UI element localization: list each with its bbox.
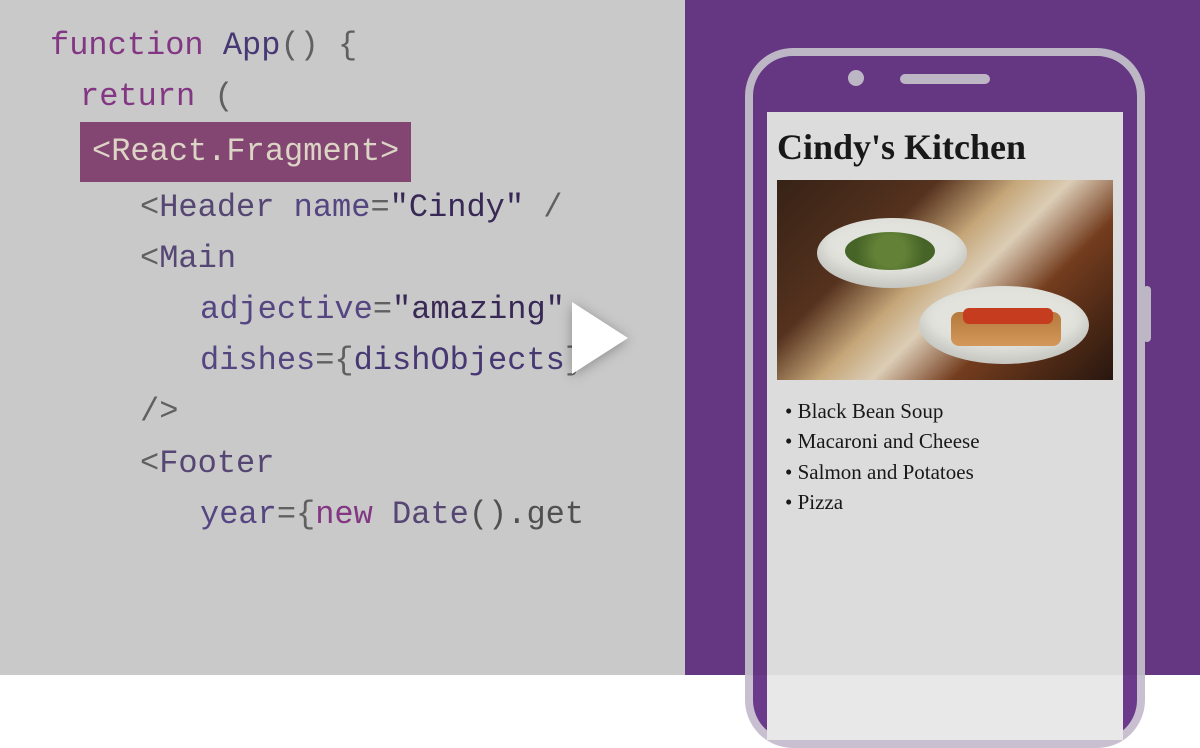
string-amazing: "amazing" — [392, 291, 565, 328]
attr-year: year — [200, 496, 277, 533]
phone-screen: Cindy's Kitchen Black Bean Soup Macaroni… — [767, 112, 1123, 740]
code-line-3-highlight: <React.Fragment> — [50, 122, 685, 181]
closing-tag: /> — [140, 393, 178, 430]
tag-main: Main — [159, 240, 236, 277]
code-line-1: function App() { — [50, 20, 685, 71]
phone-preview-panel: Cindy's Kitchen Black Bean Soup Macaroni… — [685, 0, 1200, 675]
function-name: App — [223, 27, 281, 64]
app-title: Cindy's Kitchen — [777, 126, 1113, 168]
var-dishobjects: dishObjects — [354, 342, 565, 379]
menu-item: Macaroni and Cheese — [785, 426, 1105, 456]
tag-footer: Footer — [159, 445, 274, 482]
code-line-10: year={new Date().get — [50, 489, 685, 540]
parens: () — [280, 27, 318, 64]
food-image — [777, 180, 1113, 380]
play-button[interactable] — [572, 302, 628, 374]
attr-dishes: dishes — [200, 342, 315, 379]
menu-list: Black Bean Soup Macaroni and Cheese Salm… — [777, 380, 1113, 534]
class-date: Date — [373, 496, 469, 533]
phone-frame: Cindy's Kitchen Black Bean Soup Macaroni… — [745, 48, 1145, 748]
attr-adjective: adjective — [200, 291, 373, 328]
code-line-2: return ( — [50, 71, 685, 122]
keyword-new: new — [315, 496, 373, 533]
menu-item: Salmon and Potatoes — [785, 457, 1105, 487]
keyword-return: return — [80, 78, 195, 115]
brace: { — [319, 27, 357, 64]
code-line-8: /> — [50, 386, 685, 437]
code-line-9: <Footer — [50, 438, 685, 489]
attr-name: name — [274, 189, 370, 226]
string-cindy: "Cindy" — [390, 189, 524, 226]
paren-open: ( — [195, 78, 233, 115]
method-call: ().get — [469, 496, 584, 533]
code-line-4: <Header name="Cindy" / — [50, 182, 685, 233]
keyword-function: function — [50, 27, 204, 64]
code-line-5: <Main — [50, 233, 685, 284]
highlighted-fragment: <React.Fragment> — [80, 122, 411, 181]
salad-graphic — [845, 232, 935, 270]
phone-camera-icon — [848, 70, 864, 86]
tag-header: Header — [159, 189, 274, 226]
menu-item: Black Bean Soup — [785, 396, 1105, 426]
bread-topping — [963, 308, 1053, 324]
phone-speaker-icon — [900, 74, 990, 84]
phone-side-button — [1143, 286, 1151, 342]
menu-item: Pizza — [785, 487, 1105, 517]
